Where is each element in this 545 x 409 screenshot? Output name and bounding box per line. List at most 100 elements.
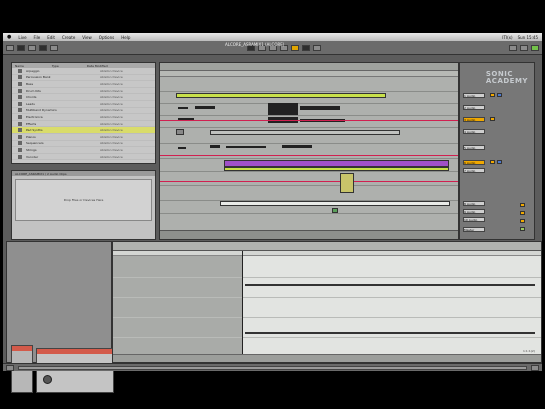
toggle-browser-button[interactable] (6, 364, 14, 371)
track-header[interactable]: 6 Audio (463, 160, 485, 165)
list-item[interactable]: Bass Ableton Device (12, 81, 155, 88)
arrangement-timeline[interactable] (160, 230, 458, 239)
start-marker[interactable] (242, 251, 243, 361)
track-activator-button[interactable] (490, 93, 495, 97)
sample-waveform-region[interactable] (243, 256, 541, 354)
beat-time-ruler[interactable] (160, 63, 458, 71)
menu-status: ITI(x) (502, 34, 513, 40)
track-header[interactable]: 1 Audio (463, 93, 485, 98)
menu-view[interactable]: View (82, 35, 92, 40)
list-item[interactable]: Electronica Ableton Device (12, 114, 155, 121)
waveform (245, 284, 535, 286)
track-header[interactable]: 8 Audio (463, 201, 485, 206)
arm-button[interactable] (520, 203, 525, 207)
track-lane-divider (160, 103, 458, 104)
audio-clip[interactable] (224, 167, 449, 171)
track-activator-button[interactable] (490, 160, 495, 164)
col-type[interactable]: Type (52, 64, 59, 68)
arm-button[interactable] (520, 227, 525, 231)
list-item[interactable]: Drum Kits Ableton Device (12, 88, 155, 95)
list-item[interactable]: Sequencers Ableton Device (12, 141, 155, 148)
toggle-detail-button[interactable] (531, 364, 539, 371)
menu-options[interactable]: Options (99, 35, 114, 40)
solo-button[interactable] (497, 160, 502, 164)
audio-clip[interactable] (176, 93, 386, 98)
track-lane-divider (160, 127, 458, 128)
tempo-field[interactable] (17, 44, 25, 51)
track-header[interactable]: 3 Audio (463, 117, 485, 122)
list-item[interactable]: Pianos Ableton Device (12, 134, 155, 141)
track-header[interactable]: 4 Audio (463, 129, 485, 134)
track-header[interactable]: 2 Audio (463, 105, 485, 110)
automation-line[interactable] (160, 155, 458, 156)
arm-button[interactable] (520, 211, 525, 215)
waveform (195, 106, 215, 109)
item-kind: Ableton Device (100, 101, 123, 106)
track-lane-divider (160, 185, 458, 186)
list-item[interactable]: Effects Ableton Device (12, 121, 155, 128)
menu-help[interactable]: Help (121, 35, 130, 40)
loop-button[interactable] (290, 44, 299, 51)
audio-clip[interactable] (210, 130, 400, 135)
quantize-menu[interactable] (50, 44, 58, 51)
loop-start-field[interactable] (301, 44, 310, 51)
master-track-header[interactable]: Master (463, 227, 485, 232)
window-title: ALCORE_ASRAMIX1 (ALCORE) (225, 42, 285, 47)
draw-mode-button[interactable] (312, 44, 321, 51)
browser-panel: Name Type Date Modified Arpeggio Ableton … (11, 62, 156, 164)
waveform (282, 145, 312, 148)
item-label: Strings (26, 147, 37, 152)
midi-map-button[interactable] (520, 44, 528, 51)
metronome-button[interactable] (39, 44, 47, 51)
list-item[interactable]: Multiband Dynamics Ableton Device (12, 108, 155, 115)
key-map-button[interactable] (509, 44, 517, 51)
transpose-knob[interactable] (43, 375, 52, 384)
automation-line[interactable] (160, 181, 458, 182)
sample-editor[interactable]: 1:1:1(2) (112, 241, 542, 363)
solo-button[interactable] (497, 93, 502, 97)
menu-file[interactable]: File (34, 35, 41, 40)
folder-icon (18, 75, 22, 80)
list-item[interactable]: Strings Ableton Device (12, 147, 155, 154)
arm-button[interactable] (520, 219, 525, 223)
folder-icon (18, 141, 22, 146)
scrub-area[interactable] (160, 71, 458, 77)
col-date[interactable]: Date Modified (87, 64, 108, 68)
sample-ruler[interactable] (113, 242, 541, 251)
tap-button[interactable] (6, 44, 14, 51)
arrangement-view[interactable] (159, 62, 459, 240)
menu-create[interactable]: Create (62, 35, 75, 40)
track-header[interactable]: 5 Audio (463, 145, 485, 150)
horizontal-scrollbar-bar (3, 363, 542, 371)
track-activator-button[interactable] (490, 117, 495, 121)
item-label: Pianos (26, 134, 36, 139)
audio-clip[interactable] (176, 129, 184, 135)
midi-clip[interactable] (220, 201, 450, 206)
list-item[interactable]: Arpeggio Ableton Device (12, 68, 155, 75)
item-kind: Ableton Device (100, 128, 123, 133)
track-header[interactable]: 7 Audio (463, 168, 485, 173)
audio-clip[interactable] (224, 160, 449, 167)
track-header-panel: SONIC ACADEMY 1 Audio 2 Audio 3 Audio 4 … (459, 62, 535, 240)
grid-line (113, 277, 541, 278)
item-label: Bass (26, 81, 34, 86)
list-item[interactable]: Leads Ableton Device (12, 101, 155, 108)
col-name[interactable]: Name (15, 64, 24, 68)
list-item-selected[interactable]: Pad Synths Ableton Device (12, 127, 155, 134)
list-item[interactable]: Chords Ableton Device (12, 94, 155, 101)
list-item[interactable]: Percussion Bank Ableton Device (12, 75, 155, 82)
audio-clip[interactable] (340, 173, 354, 193)
menu-edit[interactable]: Edit (47, 35, 55, 40)
automation-line[interactable] (160, 120, 458, 121)
menu-live[interactable]: Live (18, 35, 26, 40)
sample-box-title (37, 349, 113, 354)
time-signature-field[interactable] (28, 44, 36, 51)
apple-icon[interactable]: ● (7, 34, 11, 40)
horizontal-scrollbar[interactable] (18, 365, 527, 370)
track-header[interactable]: 10 Audio (463, 217, 485, 222)
locator-marker[interactable] (332, 208, 338, 213)
list-item[interactable]: Vocoder Ableton Device (12, 154, 155, 161)
track-header[interactable]: 9 Audio (463, 209, 485, 214)
track-lane-divider (160, 143, 458, 144)
device-drop-area[interactable]: Drop Files or Devices Here (15, 179, 152, 221)
